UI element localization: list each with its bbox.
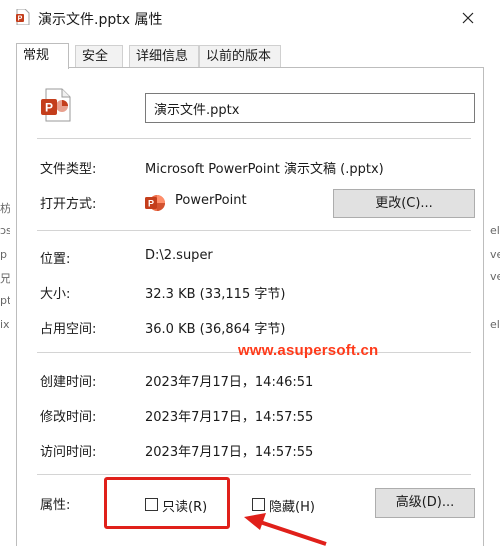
annotation-arrow-icon	[244, 513, 327, 546]
modified-label: 修改时间:	[40, 410, 97, 425]
modified-value: 2023年7月17日，14:57:55	[145, 410, 314, 425]
svg-text:P: P	[45, 101, 53, 115]
bg-fragment: ptx	[0, 294, 10, 307]
accessed-value: 2023年7月17日，14:57:55	[145, 445, 314, 460]
attributes-label: 属性:	[40, 498, 71, 513]
filename-input[interactable]: 演示文件.pptx	[145, 93, 475, 123]
powerpoint-file-icon: P	[16, 8, 30, 26]
tab-previous-versions[interactable]: 以前的版本	[199, 45, 281, 67]
svg-text:P: P	[18, 16, 23, 23]
tab-general[interactable]: 常规	[16, 43, 69, 69]
created-value: 2023年7月17日，14:46:51	[145, 375, 314, 390]
disk-size-value: 36.0 KB (36,864 字节)	[145, 322, 286, 337]
svg-text:P: P	[148, 199, 154, 209]
bg-fragment: 枋	[0, 202, 10, 215]
size-value: 32.3 KB (33,115 字节)	[145, 287, 286, 302]
annotation-highlight-box	[104, 477, 230, 529]
close-icon	[462, 12, 474, 24]
background-window-left: 枋 ɔs) p 兄 ptx ix	[0, 0, 10, 546]
location-value: D:\2.super	[145, 248, 213, 263]
divider	[37, 230, 471, 231]
bg-fragment: 兄	[0, 272, 10, 285]
watermark: www.asupersoft.cn	[238, 342, 379, 359]
bg-fragment: el	[490, 224, 500, 237]
tab-security[interactable]: 安全	[75, 45, 123, 67]
disk-size-label: 占用空间:	[40, 322, 97, 337]
bg-fragment: p	[0, 248, 7, 261]
accessed-label: 访问时间:	[40, 445, 97, 460]
bg-fragment: ɔs)	[0, 224, 10, 237]
size-label: 大小:	[40, 287, 71, 302]
tab-details[interactable]: 详细信息	[129, 45, 199, 67]
bg-fragment: ve	[490, 270, 500, 283]
divider	[37, 474, 471, 475]
title-bar[interactable]: P 演示文件.pptx 属性	[10, 0, 490, 36]
divider	[37, 138, 471, 139]
open-with-label: 打开方式:	[40, 197, 97, 212]
change-button[interactable]: 更改(C)...	[333, 189, 475, 218]
general-panel: P 演示文件.pptx 文件类型: Microsoft PowerPoint 演…	[16, 67, 484, 546]
bg-fragment: ix	[0, 318, 10, 331]
properties-dialog: P 演示文件.pptx 属性 常规 安全 详细信息 以前的版本 P 演示文件.p…	[10, 0, 490, 546]
close-button[interactable]	[448, 2, 488, 34]
background-window-right: el ve ve el	[490, 0, 500, 546]
bg-fragment: ve	[490, 248, 500, 261]
powerpoint-file-icon: P	[40, 88, 72, 122]
open-with-value: PowerPoint	[175, 193, 247, 208]
window-title: 演示文件.pptx 属性	[38, 12, 163, 28]
bg-fragment: el	[490, 318, 500, 331]
created-label: 创建时间:	[40, 375, 97, 390]
advanced-button[interactable]: 高级(D)...	[375, 488, 475, 518]
file-type-label: 文件类型:	[40, 162, 97, 177]
file-type-value: Microsoft PowerPoint 演示文稿 (.pptx)	[145, 162, 384, 177]
location-label: 位置:	[40, 252, 71, 267]
powerpoint-app-icon: P	[144, 192, 166, 214]
